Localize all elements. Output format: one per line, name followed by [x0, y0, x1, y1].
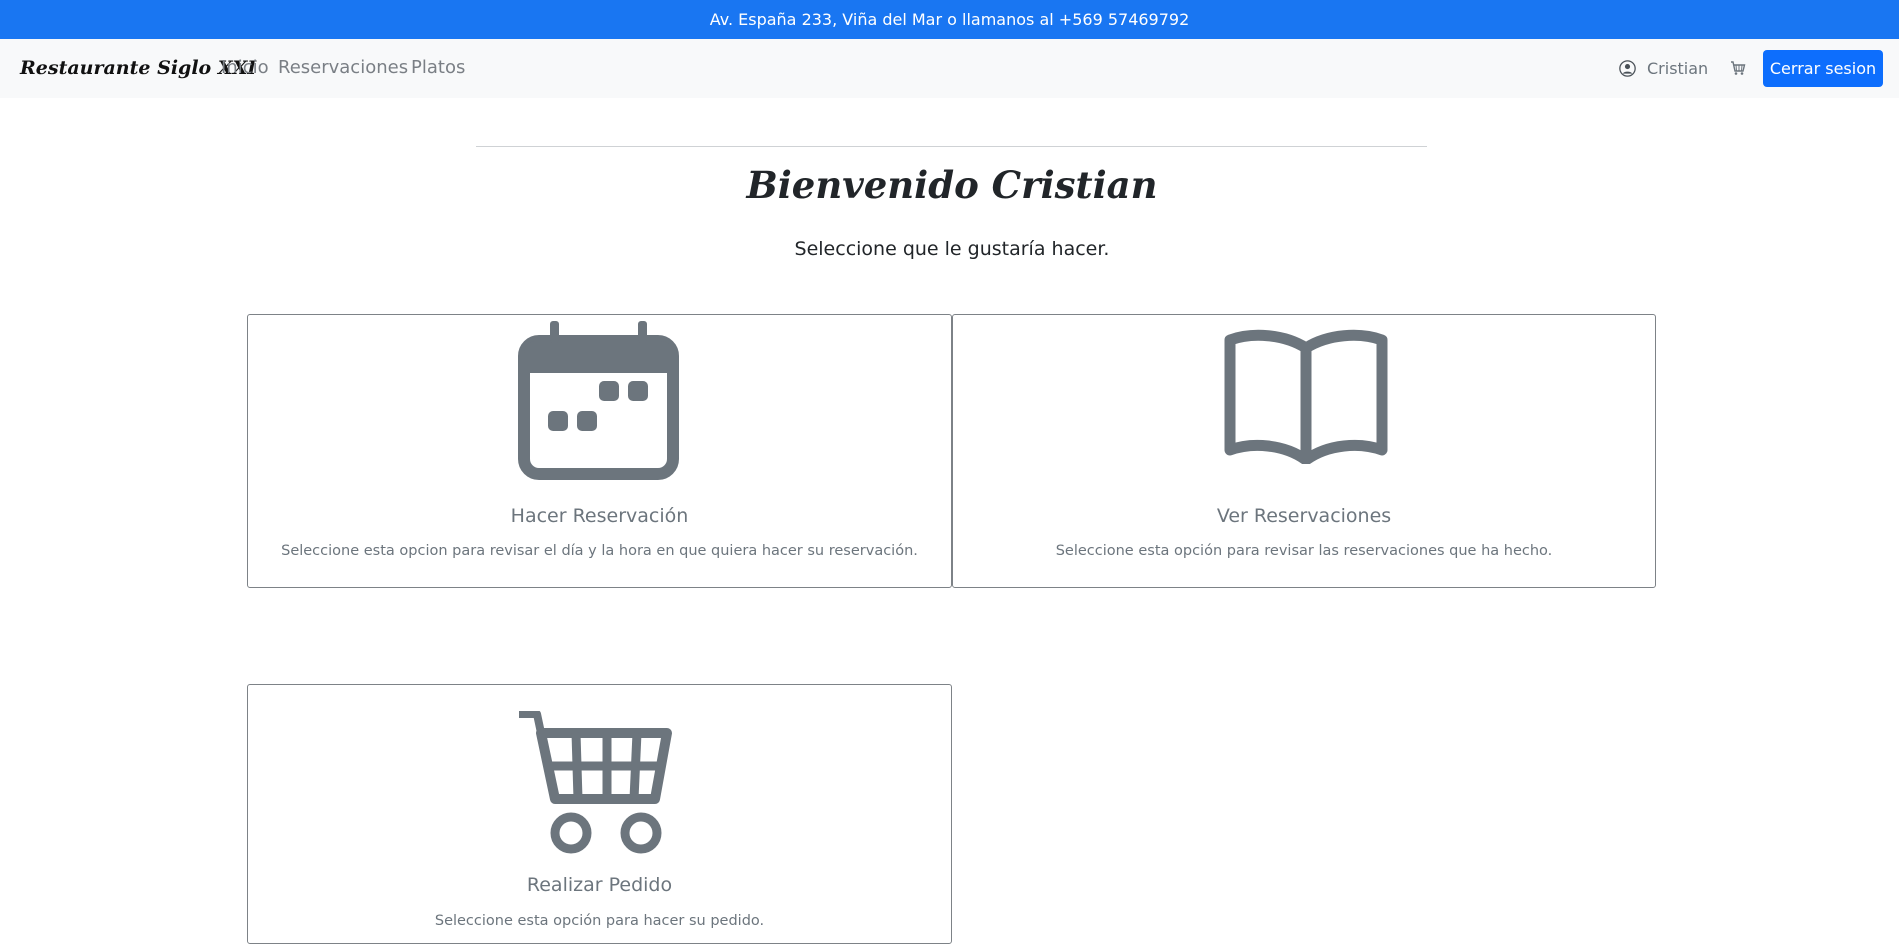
user-name: Cristian — [1647, 59, 1709, 78]
card-realizar-pedido[interactable]: Realizar Pedido Seleccione esta opción p… — [247, 684, 952, 944]
logout-button[interactable]: Cerrar sesion — [1763, 50, 1883, 87]
page-subtitle: Seleccione que le gustaría hacer. — [794, 238, 1110, 260]
card-hacer-reservacion[interactable]: Hacer Reservación Seleccione esta opcion… — [247, 314, 952, 588]
card-title: Hacer Reservación — [510, 505, 689, 527]
divider — [476, 146, 1427, 147]
shopping-cart-icon — [519, 711, 672, 854]
address-banner-text: Av. España 233, Viña del Mar o llamanos … — [709, 10, 1190, 29]
cart-icon[interactable] — [1730, 60, 1746, 76]
card-ver-reservaciones[interactable]: Ver Reservaciones Seleccione esta opción… — [952, 314, 1656, 588]
page-title: Bienvenido Cristian — [746, 163, 1158, 207]
card-title: Realizar Pedido — [526, 874, 673, 896]
nav-link-platos[interactable]: Platos — [411, 57, 465, 78]
card-description: Seleccione esta opcion para revisar el d… — [281, 543, 918, 559]
user-menu[interactable]: Cristian — [1619, 59, 1708, 78]
navbar: Restaurante Siglo XXI Inicio Reservacion… — [0, 39, 1899, 98]
nav-link-reservaciones[interactable]: Reservaciones — [278, 57, 408, 78]
nav-link-inicio[interactable]: Inicio — [221, 57, 269, 78]
user-circle-icon — [1619, 60, 1636, 77]
open-book-icon — [1224, 329, 1388, 464]
card-description: Seleccione esta opción para revisar las … — [1055, 543, 1553, 559]
calendar-icon — [518, 321, 679, 480]
card-title: Ver Reservaciones — [1216, 505, 1392, 527]
address-banner: Av. España 233, Viña del Mar o llamanos … — [0, 0, 1899, 39]
